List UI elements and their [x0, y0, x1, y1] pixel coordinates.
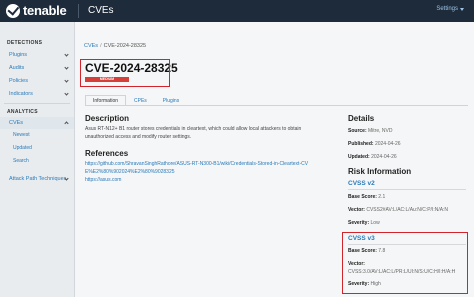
sidebar-item-attack-path[interactable]: Attack Path Techniques: [0, 173, 74, 185]
sidebar-item-indicators[interactable]: Indicators: [0, 88, 74, 100]
references-heading: References: [85, 149, 129, 158]
breadcrumb-separator: /: [100, 43, 102, 49]
chevron-down-icon: [64, 65, 69, 70]
sidebar-item-audits[interactable]: Audits: [0, 62, 74, 74]
main-content: CVEs / CVE-2024-28325 CVE-2024-28325 MEDIU…: [76, 22, 474, 297]
tenable-logo[interactable]: tenable: [6, 3, 67, 18]
cvss-v2-divider: [348, 189, 466, 190]
sidebar-subitem-updated[interactable]: Updated: [0, 143, 74, 154]
app-title: CVEs: [88, 5, 114, 16]
sidebar-divider: [4, 103, 70, 104]
settings-menu[interactable]: Settings: [436, 6, 464, 12]
title-highlight-box: [80, 59, 170, 87]
sidebar-heading-analytics: ANALYTICS: [7, 109, 38, 115]
breadcrumb-current: CVE-2024-28325: [103, 43, 147, 49]
reference-link-github[interactable]: https://github.com/ShravanSinghRathore/A…: [85, 161, 310, 176]
sidebar-heading-detections: DETECTIONS: [7, 40, 43, 46]
cvss-v2-severity: Severity: Low: [348, 220, 380, 226]
details-heading: Details: [348, 114, 375, 123]
cvss-v2-vector: Vector: CVSS2#AV:L/AC:L/Au:N/C:P/I:N/A:N: [348, 207, 449, 213]
topbar-divider: [78, 4, 79, 18]
description-text: Asus RT-N12+ B1 router stores credential…: [85, 126, 302, 140]
sidebar-item-policies[interactable]: Policies: [0, 75, 74, 87]
tab-divider: [85, 105, 468, 106]
breadcrumb: CVEs / CVE-2024-28325: [84, 43, 146, 49]
brand-name: tenable: [23, 3, 67, 18]
chevron-down-icon: [64, 78, 69, 83]
settings-label: Settings: [436, 6, 458, 12]
detail-published: Published: 2024-04-26: [348, 141, 401, 147]
chevron-down-icon: [64, 176, 69, 181]
detail-source: Source: Mitre, NVD: [348, 128, 393, 134]
cvss-v2-base-score: Base Score: 2.1: [348, 194, 386, 200]
top-navigation-bar: tenable CVEs Settings: [0, 0, 474, 22]
sidebar-subitem-newest[interactable]: Newest: [0, 130, 74, 141]
reference-link-asus[interactable]: https://asus.com: [85, 177, 310, 185]
breadcrumb-cves-link[interactable]: CVEs: [84, 43, 98, 49]
chevron-down-icon: [460, 7, 464, 11]
sidebar-subitem-search[interactable]: Search: [0, 156, 74, 167]
sidebar: DETECTIONS Plugins Audits Policies Indic…: [0, 22, 75, 297]
cvss-v3-highlight-box: [342, 232, 468, 294]
tenable-check-icon: [6, 3, 20, 18]
sidebar-item-plugins[interactable]: Plugins: [0, 49, 74, 61]
risk-information-heading: Risk Information: [348, 167, 412, 176]
chevron-down-icon: [64, 52, 69, 57]
chevron-up-icon: [64, 121, 69, 126]
detail-updated: Updated: 2024-04-26: [348, 154, 397, 160]
chevron-down-icon: [64, 91, 69, 96]
description-heading: Description: [85, 114, 130, 123]
sidebar-item-cves[interactable]: CVEs: [0, 117, 74, 129]
cvss-v2-heading: CVSS v2: [348, 180, 375, 187]
